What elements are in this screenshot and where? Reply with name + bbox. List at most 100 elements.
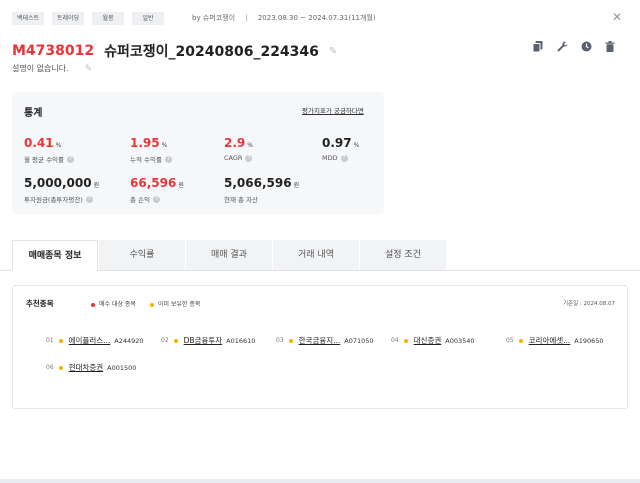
stat-principal: 5,000,000 원 투자원금(총투자평잔)? [24,172,99,204]
recommend-title: 추천종목 [26,299,54,308]
yellow-dot-icon [173,338,178,343]
stat-cagr: 2.9% CAGR? [224,132,253,162]
list-item[interactable]: 03 한국금융지... A071050 [276,335,374,346]
base-date: 기준일 : 2024.08.07 [563,301,616,307]
tab-returns[interactable]: 수익률 [99,240,185,270]
stats-title: 통계 [24,108,43,119]
item-code: A244920 [114,336,144,345]
stat-value: 0.41 [24,136,54,150]
page: 백테스트 트레이딩 월봉 일반 by 슈퍼코쟁이 | 2023.08.30 ~ … [0,0,640,483]
legend-buy-label: 매수 대상 종목 [99,301,136,308]
stat-label: 현재 총 자산 [224,196,259,204]
description-row: 설명이 없습니다. ✎ [12,63,92,74]
item-code: A003540 [445,336,475,345]
item-number: 01 [46,337,54,344]
tab-trade-items[interactable]: 매매종목 정보 [12,240,98,271]
item-number: 04 [391,337,399,344]
legend-hold: 이미 보유한 종목 [149,299,201,308]
item-number: 06 [46,364,54,371]
item-number: 05 [506,337,514,344]
strategy-code: M4738012 [12,43,95,59]
meta-separator: | [245,14,248,22]
toolbar [532,40,616,52]
strategy-description: 설명이 없습니다. [12,64,69,73]
help-icon[interactable]: ? [164,155,172,163]
stat-label: MDD [322,154,338,162]
stat-value: 0.97 [322,136,352,150]
edit-description-icon[interactable]: ✎ [85,64,93,74]
tab-bar: 매매종목 정보 수익률 매매 결과 거래 내역 설정 조건 [12,240,447,271]
trash-icon[interactable] [604,40,616,52]
stat-unit: 원 [93,182,100,189]
tag-monthly[interactable]: 월봉 [92,12,124,25]
stat-unit: 원 [293,182,300,189]
list-item[interactable]: 04 대신증권 A003540 [391,335,475,346]
wrench-icon[interactable] [556,40,568,52]
bottom-border [0,479,640,483]
tab-transactions[interactable]: 거래 내역 [273,240,359,270]
strategy-name: 슈퍼코쟁이_20240806_224346 [104,44,319,60]
help-icon[interactable]: ? [67,155,75,163]
stat-unit: % [353,142,360,149]
item-name[interactable]: 대신증권 [414,335,442,346]
legend-hold-label: 이미 보유한 종목 [157,301,201,308]
item-code: A001500 [107,363,137,372]
help-icon[interactable]: ? [153,195,161,203]
clock-icon[interactable] [580,40,592,52]
author: by 슈퍼코쟁이 [192,14,236,22]
yellow-dot-icon [403,338,408,343]
metrics-help-link[interactable]: 평가지표가 궁금하다면 [302,105,364,115]
stat-monthly-return: 0.41% 월 평균 수익률? [24,132,75,164]
item-code: A190650 [574,336,604,345]
strategy-meta: by 슈퍼코쟁이 | 2023.08.30 ~ 2024.07.31(11개월) [192,13,376,23]
tag-backtest[interactable]: 백테스트 [12,12,44,25]
stat-unit: % [161,142,168,149]
title-row: M4738012 슈퍼코쟁이_20240806_224346 ✎ [12,41,337,61]
yellow-dot-icon [288,338,293,343]
help-icon[interactable]: ? [85,195,93,203]
legend-buy: 매수 대상 종목 [91,299,136,308]
item-name[interactable]: 코리아에셋... [529,335,571,346]
item-name[interactable]: 한국금융지... [299,335,341,346]
copy-icon[interactable] [532,40,544,52]
stat-total-assets: 5,066,596 원 현재 총 자산 [224,172,299,204]
list-item[interactable]: 02 DB금융투자 A016610 [161,335,255,346]
item-code: A016610 [226,336,256,345]
list-item[interactable]: 01 에이플러스... A244920 [46,335,144,346]
item-number: 02 [161,337,169,344]
stat-label: 누적 수익률 [130,156,162,164]
stat-value: 5,066,596 [224,176,292,190]
stat-label: 투자원금(총투자평잔) [24,196,83,204]
red-dot-icon [91,302,95,307]
yellow-dot-icon [518,338,523,343]
edit-name-icon[interactable]: ✎ [329,46,337,57]
item-name[interactable]: DB금융투자 [184,335,223,346]
item-name[interactable]: 현대차증권 [69,362,104,373]
list-item[interactable]: 05 코리아에셋... A190650 [506,335,604,346]
tab-settings[interactable]: 설정 조건 [360,240,446,270]
stat-unit: 원 [178,182,184,189]
recommend-panel: 추천종목 매수 대상 종목 이미 보유한 종목 기준일 : 2024.08.07… [12,285,628,409]
tab-trade-results[interactable]: 매매 결과 [186,240,272,270]
period: 2023.08.30 ~ 2024.07.31(11개월) [257,14,376,22]
tag-list: 백테스트 트레이딩 월봉 일반 [12,12,164,25]
stat-label: CAGR [224,154,243,162]
tag-trading[interactable]: 트레이딩 [52,12,84,25]
stat-value: 2.9 [224,136,246,150]
stat-cumulative-return: 1.95% 누적 수익률? [130,132,172,164]
stat-unit: % [247,142,253,149]
help-icon[interactable]: ? [340,154,348,162]
help-icon[interactable]: ? [245,154,253,162]
close-icon[interactable]: ✕ [612,11,622,23]
item-number: 03 [276,337,284,344]
recommend-legend: 매수 대상 종목 이미 보유한 종목 [91,299,200,308]
tag-general[interactable]: 일반 [132,12,164,25]
item-code: A071050 [344,336,374,345]
list-item[interactable]: 06 현대차증권 A001500 [46,362,136,373]
item-name[interactable]: 에이플러스... [69,335,111,346]
stat-value: 1.95 [130,136,160,150]
stat-mdd: 0.97% MDD? [322,132,359,162]
stat-label: 총 손익 [130,196,151,204]
stats-card: 통계 평가지표가 궁금하다면 0.41% 월 평균 수익률? 1.95% 누적 … [12,92,384,214]
stat-total-pnl: 66,596 원 총 손익? [130,172,184,204]
